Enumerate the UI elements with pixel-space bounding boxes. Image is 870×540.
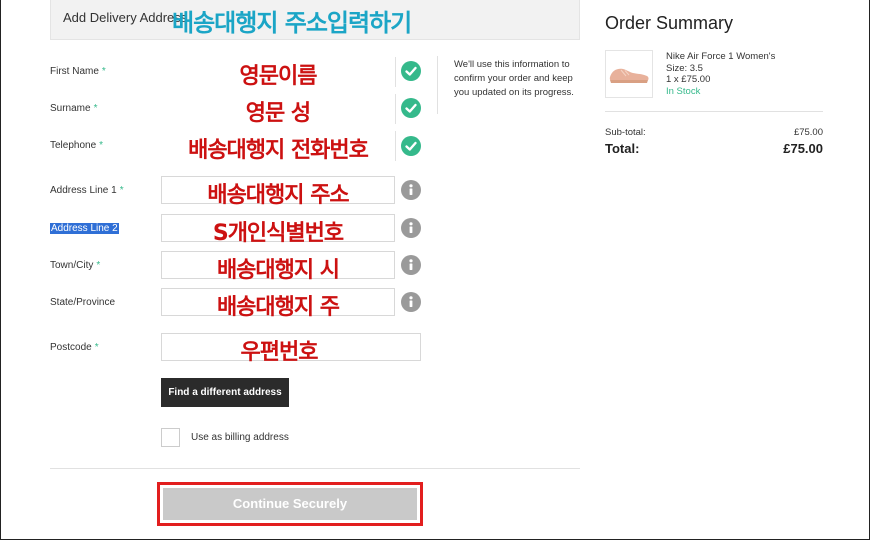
check-icon xyxy=(401,61,421,81)
town-city-label: Town/City * xyxy=(50,260,101,271)
total-label: Total: xyxy=(605,141,640,156)
address-line-1-label: Address Line 1 * xyxy=(50,185,124,196)
sneaker-icon xyxy=(609,68,649,83)
field-separator xyxy=(395,94,396,124)
field-separator xyxy=(395,131,396,161)
first-name-field[interactable]: 영문이름 xyxy=(161,57,395,89)
form-divider xyxy=(50,468,580,469)
info-icon[interactable] xyxy=(401,255,421,275)
product-name[interactable]: Nike Air Force 1 Women's xyxy=(666,51,775,63)
state-province-annotation: 배송대행지 주 xyxy=(216,295,340,320)
billing-address-label: Use as billing address xyxy=(191,432,289,443)
total-value: £75.00 xyxy=(783,141,823,156)
postcode-label: Postcode * xyxy=(50,342,99,353)
product-details: Nike Air Force 1 Women's Size: 3.5 1 x £… xyxy=(666,51,775,97)
field-separator xyxy=(395,57,396,87)
info-icon[interactable] xyxy=(401,218,421,238)
delivery-address-title: Add Delivery Address xyxy=(63,10,188,25)
first-name-label: First Name * xyxy=(50,66,106,77)
surname-field[interactable]: 영문 성 xyxy=(161,94,395,126)
surname-annotation: 영문 성 xyxy=(245,101,311,126)
info-icon[interactable] xyxy=(401,180,421,200)
billing-address-checkbox[interactable] xyxy=(161,428,180,447)
surname-label: Surname * xyxy=(50,103,98,114)
address-line-2-annotation: S개인식별번호 xyxy=(212,221,344,246)
town-city-input[interactable]: 배송대행지 시 xyxy=(161,251,395,283)
find-different-address-button[interactable]: Find a different address xyxy=(161,378,289,407)
telephone-label: Telephone * xyxy=(50,140,104,151)
state-province-label: State/Province xyxy=(50,297,116,308)
product-qty-price: 1 x £75.00 xyxy=(666,74,711,85)
state-province-input[interactable]: 배송대행지 주 xyxy=(161,288,395,320)
address-line-2-label: Address Line 2 xyxy=(50,223,119,234)
telephone-annotation: 배송대행지 전화번호 xyxy=(188,138,369,163)
info-icon[interactable] xyxy=(401,292,421,312)
telephone-field[interactable]: 배송대행지 전화번호 xyxy=(161,131,395,163)
address-line-1-input[interactable]: 배송대행지 주소 xyxy=(161,176,395,208)
continue-securely-button[interactable]: Continue Securely xyxy=(163,488,417,520)
check-icon xyxy=(401,98,421,118)
address-line-1-annotation: 배송대행지 주소 xyxy=(207,183,349,208)
subtotal-label: Sub-total: xyxy=(605,127,646,138)
product-image[interactable] xyxy=(605,50,653,98)
order-summary-title: Order Summary xyxy=(605,13,734,33)
summary-divider xyxy=(605,111,823,112)
note-divider xyxy=(437,56,438,114)
header-annotation: 배송대행지 주소입력하기 xyxy=(172,9,412,37)
subtotal-value: £75.00 xyxy=(793,127,823,138)
address-line-2-input[interactable]: S개인식별번호 xyxy=(161,214,395,246)
continue-highlight: Continue Securely xyxy=(157,482,423,526)
check-icon xyxy=(401,136,421,156)
product-size: Size: 3.5 xyxy=(666,62,703,74)
info-note: We'll use this information to confirm yo… xyxy=(454,59,574,98)
town-city-annotation: 배송대행지 시 xyxy=(216,258,340,283)
postcode-input[interactable]: 우편번호 xyxy=(161,333,421,365)
postcode-annotation: 우편번호 xyxy=(240,340,319,365)
stock-status: In Stock xyxy=(666,85,701,97)
first-name-annotation: 영문이름 xyxy=(239,64,318,89)
